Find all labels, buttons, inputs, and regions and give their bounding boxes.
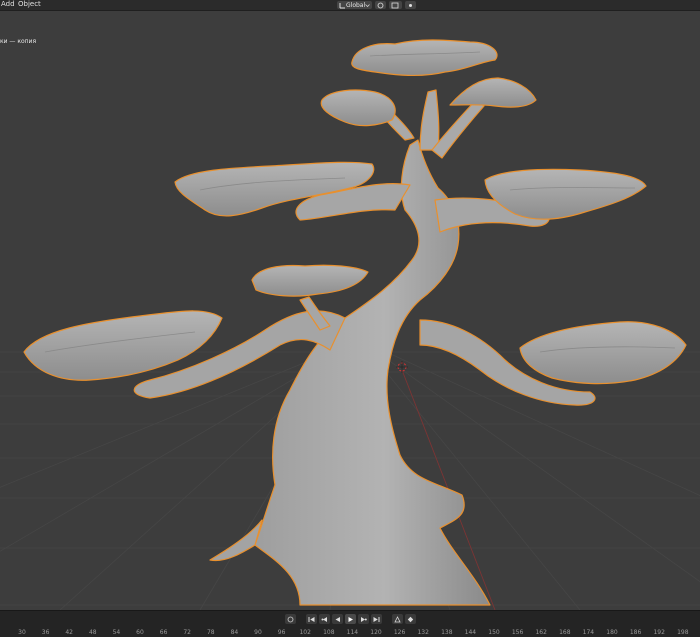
- play-reverse-button[interactable]: [331, 614, 343, 624]
- ruler-tick: 36: [41, 629, 50, 636]
- header-tools: Global: [337, 0, 417, 10]
- transform-orientation-icon: [339, 2, 345, 8]
- snap-icon: [391, 2, 399, 8]
- ruler-tick: 162: [535, 629, 547, 636]
- next-keyframe-button[interactable]: [357, 614, 369, 624]
- viewport-canvas[interactable]: [0, 11, 700, 610]
- viewport-header: Add Object Global: [0, 0, 700, 11]
- branch-top[interactable]: [419, 89, 440, 151]
- pivot-dropdown[interactable]: [375, 1, 387, 9]
- snap-toggle[interactable]: [389, 1, 403, 9]
- jump-start-button[interactable]: [305, 614, 317, 624]
- ruler-tick: 150: [488, 629, 500, 636]
- play-button[interactable]: [344, 614, 356, 624]
- pivot-icon: [377, 2, 384, 8]
- ruler-tick: 108: [323, 629, 335, 636]
- proportional-edit-icon: [409, 3, 413, 7]
- ruler-tick: 186: [629, 629, 642, 636]
- chevron-down-icon: [365, 3, 370, 7]
- transform-orientation-dropdown[interactable]: Global: [337, 1, 373, 9]
- ruler-tick: 60: [136, 629, 144, 636]
- tree-model-icon[interactable]: [23, 39, 687, 606]
- ruler-tick: 54: [112, 629, 121, 636]
- ruler-tick: 144: [464, 629, 477, 636]
- ruler-tick: 96: [277, 629, 286, 636]
- orientation-label: Global: [346, 1, 366, 9]
- next-keyframe-icon: [360, 616, 367, 622]
- branch-top-right[interactable]: [431, 99, 485, 159]
- blender-window: Add Object Global ки — копия 30 36 42 48…: [0, 0, 700, 637]
- canopy-right-low[interactable]: [519, 321, 687, 385]
- ruler-tick: 120: [370, 629, 382, 636]
- ruler-tick: 174: [582, 629, 595, 636]
- keyframe-icon: [407, 616, 413, 622]
- 3d-cursor[interactable]: [396, 361, 408, 373]
- add-menu[interactable]: Add: [1, 0, 15, 9]
- canopy-small-left[interactable]: [251, 264, 369, 297]
- ruler-tick: 78: [206, 629, 215, 636]
- ruler-tick: 138: [441, 629, 453, 636]
- collection-label: ки — копия: [0, 38, 37, 45]
- ruler-tick: 114: [346, 629, 359, 636]
- ruler-tick: 156: [511, 629, 524, 636]
- auto-key-button[interactable]: [391, 614, 403, 624]
- proportional-edit-toggle[interactable]: [405, 1, 417, 9]
- keying-button[interactable]: [284, 614, 296, 624]
- ruler-tick: 180: [606, 629, 618, 636]
- ruler-tick: 84: [230, 629, 239, 636]
- ruler-tick: 126: [393, 629, 406, 636]
- ruler-tick: 72: [183, 629, 192, 636]
- ruler-tick: 30: [18, 629, 26, 636]
- prev-keyframe-icon: [321, 616, 327, 622]
- ruler-tick: 198: [677, 629, 689, 636]
- auto-key-icon: [393, 615, 401, 622]
- playback-controls: [0, 612, 700, 626]
- timeline: 30 36 42 48 54 60 66 72 78 84 90 96 102 108 114 120 126 1…: [0, 610, 700, 637]
- canopy-upper-left[interactable]: [320, 89, 396, 127]
- ruler-tick: 102: [299, 629, 311, 636]
- ruler-tick: 168: [559, 629, 571, 636]
- jump-end-icon: [373, 616, 379, 622]
- canopy-top-right[interactable]: [449, 77, 537, 108]
- object-menu[interactable]: Object: [18, 0, 41, 9]
- ruler-tick: 66: [159, 629, 168, 636]
- jump-end-button[interactable]: [370, 614, 382, 624]
- ruler-tick: 90: [254, 629, 262, 636]
- 3d-viewport[interactable]: ки — копия: [0, 11, 700, 610]
- ruler-tick: 132: [417, 629, 429, 636]
- ruler-tick: 192: [653, 629, 665, 636]
- play-icon: [348, 616, 353, 622]
- canopy-top[interactable]: [351, 39, 498, 77]
- keyframe-type-button[interactable]: [404, 614, 416, 624]
- frame-ruler[interactable]: 30 36 42 48 54 60 66 72 78 84 90 96 102 108 114 120 126 1…: [0, 627, 700, 637]
- jump-start-icon: [308, 616, 314, 622]
- prev-keyframe-button[interactable]: [318, 614, 330, 624]
- play-reverse-icon: [335, 616, 340, 622]
- tree-roots[interactable]: [209, 519, 263, 562]
- keying-icon: [287, 616, 293, 622]
- ruler-tick: 42: [65, 629, 74, 636]
- ruler-tick: 48: [88, 629, 97, 636]
